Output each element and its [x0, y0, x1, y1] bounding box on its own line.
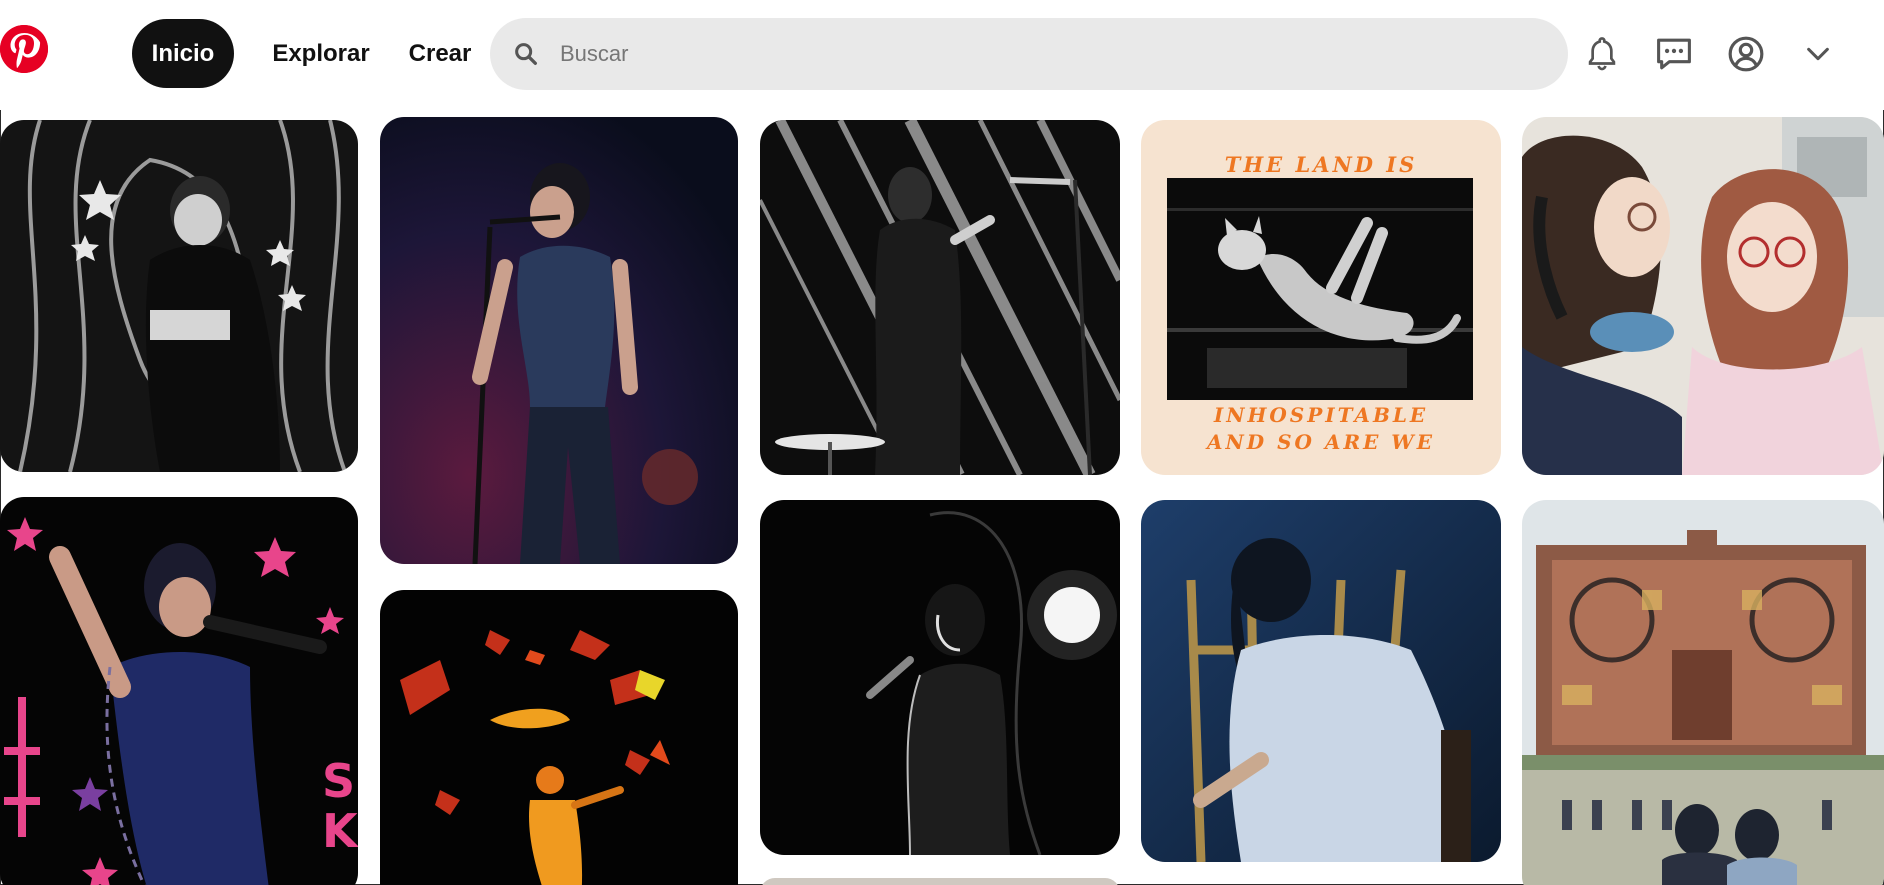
search-icon: [512, 40, 540, 68]
cat-card-bottom-line1: INHOSPITABLE: [1213, 403, 1429, 427]
pin-image: [1522, 117, 1884, 475]
pin-woman-blue-chair[interactable]: [1141, 500, 1501, 862]
cat-card-top-text: THE LAND IS: [1224, 152, 1418, 177]
cat-photo: [1167, 178, 1473, 400]
pin-dancer-red-stage[interactable]: [380, 590, 738, 885]
pin-image: [760, 120, 1120, 475]
svg-text:S: S: [322, 754, 355, 808]
pin-image: [760, 500, 1120, 855]
pin-drawn-portrait-bw[interactable]: [0, 120, 358, 472]
pin-image: [0, 120, 358, 472]
pin-singer-pink-stars[interactable]: S K: [0, 497, 358, 885]
chevron-down-icon[interactable]: [1794, 30, 1842, 78]
nav-create-link[interactable]: Crear: [398, 19, 482, 88]
nav-explore-link[interactable]: Explorar: [258, 19, 384, 88]
bell-icon[interactable]: [1578, 30, 1626, 78]
pin-image: [380, 590, 738, 885]
profile-icon[interactable]: [1722, 30, 1770, 78]
pin-cat-quote-card[interactable]: THE LAND IS INHOSPITABLE AND SO ARE WE: [1141, 120, 1501, 475]
pin-image: [380, 117, 738, 564]
top-header: Inicio Explorar Crear: [0, 0, 1884, 110]
pin-singer-light-rays-bw[interactable]: [760, 120, 1120, 475]
search-input[interactable]: [560, 41, 1460, 67]
pin-anime-mural-library[interactable]: [1522, 500, 1884, 885]
nav-home-button[interactable]: Inicio: [132, 19, 234, 88]
pin-singer-silhouette-bw[interactable]: [760, 500, 1120, 855]
pin-partial-bottom[interactable]: [760, 878, 1120, 885]
message-icon[interactable]: [1650, 30, 1698, 78]
pinterest-logo-icon[interactable]: [0, 25, 48, 73]
pin-image: [1141, 500, 1501, 862]
pin-singer-stage-blue[interactable]: [380, 117, 738, 564]
pin-image: S K: [0, 497, 358, 885]
search-bar[interactable]: [490, 18, 1568, 90]
cat-card-bottom-line2: AND SO ARE WE: [1207, 430, 1435, 454]
svg-text:K: K: [322, 804, 358, 858]
pin-anime-girls-glasses[interactable]: [1522, 117, 1884, 475]
pin-image: [760, 878, 1120, 885]
pin-image: [1522, 500, 1884, 885]
